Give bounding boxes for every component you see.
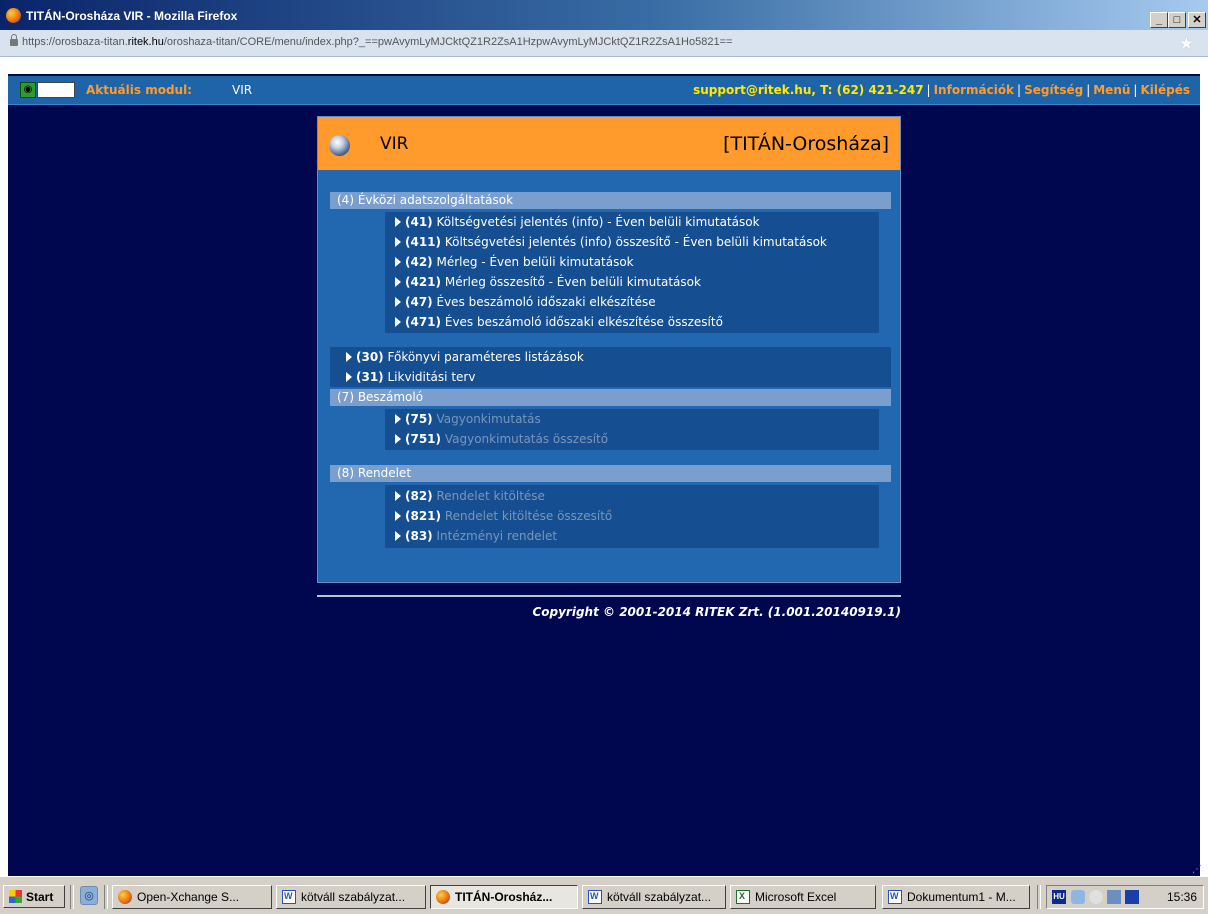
link-kilepes[interactable]: Kilépés [1140,83,1190,97]
support-contact[interactable]: support@ritek.hu, T: (62) 421-247 [693,83,923,97]
menu-item[interactable]: (751) Vagyonkimutatás összesítő [395,429,608,449]
taskbar-button[interactable]: Open-Xchange S... [112,885,272,909]
menu-item[interactable]: (75) Vagyonkimutatás [395,409,541,429]
section-header[interactable]: (4) Évközi adatszolgáltatások [330,192,891,209]
link-segitseg[interactable]: Segítség [1024,83,1083,97]
word-document-icon [888,890,902,904]
submenu-list: (30) Főkönyvi paraméteres listázások (31… [330,347,891,387]
eye-icon[interactable]: ◉ [20,82,36,98]
footer-divider [317,595,901,597]
menu-item[interactable]: (41) Költségvetési jelentés (info) - Éve… [395,212,760,232]
close-button[interactable]: ✕ [1188,12,1206,28]
start-button[interactable]: Start [3,885,65,908]
clock: 15:36 [1166,890,1197,904]
show-desktop-icon[interactable]: ◎ [80,886,98,905]
address-bar[interactable]: https://orosbaza-titan.ritek.hu/oroshaza… [0,30,1208,57]
module-label: Aktuális modul: [86,83,192,97]
menu-item[interactable]: (471) Éves beszámoló időszaki elkészítés… [395,312,723,332]
taskbar-button[interactable]: kötváll szabályzat... [582,885,726,909]
menu-panel: VIR [TITÁN-Orosháza] (4) Évközi adatszol… [317,116,901,583]
system-tray: HU 15:36 [1046,885,1204,909]
excel-icon [736,890,750,904]
firefox-icon [118,890,132,904]
window-titlebar: TITÁN-Orosháza VIR - Mozilla Firefox _ □… [0,0,1208,30]
language-indicator[interactable]: HU [1052,890,1066,904]
windows-logo-icon [9,890,22,903]
topbar-links: support@ritek.hu, T: (62) 421-247 | Inform… [693,83,1190,97]
menu-item[interactable]: (83) Intézményi rendelet [395,526,557,546]
section-header[interactable]: (8) Rendelet [330,465,891,482]
firefox-icon [6,8,21,23]
panda-icon[interactable] [1089,890,1103,904]
arrow-right-icon [395,277,401,287]
arrow-right-icon [395,237,401,247]
blank-field[interactable] [37,82,75,98]
arrow-right-icon [346,372,352,382]
resize-grip-icon[interactable]: ⋰ [1192,864,1202,875]
firefox-icon [436,890,450,904]
arrow-right-icon [395,511,401,521]
app-topbar: ◉ Aktuális modul: VIR support@ritek.hu, … [8,76,1200,105]
module-value: VIR [232,83,253,97]
taskbar-separator [70,885,74,909]
panel-header: VIR [TITÁN-Orosháza] [318,117,900,170]
menu-item[interactable]: (30) Főkönyvi paraméteres listázások [346,347,584,367]
link-informaciok[interactable]: Információk [934,83,1014,97]
taskbar-separator [104,885,108,909]
menu-item[interactable]: (31) Likviditási terv [346,367,475,387]
arrow-right-icon [395,317,401,327]
url-text[interactable]: https://orosbaza-titan.ritek.hu/oroshaza… [22,36,732,48]
menu-item[interactable]: (411) Költségvetési jelentés (info) össz… [395,232,827,252]
monitor-icon[interactable] [1107,890,1121,904]
star-icon[interactable]: ★ [1179,34,1194,54]
menu-item[interactable]: (82) Rendelet kitöltése [395,486,545,506]
taskbar-button[interactable]: Dokumentum1 - M... [882,885,1030,909]
word-document-icon [588,890,602,904]
arrow-right-icon [395,257,401,267]
taskbar-button[interactable]: kötváll szabályzat... [276,885,426,909]
submenu-list: (82) Rendelet kitöltése (821) Rendelet k… [385,485,879,548]
submenu-list: (41) Költségvetési jelentés (info) - Éve… [385,212,879,333]
arrow-right-icon [346,352,352,362]
taskbar-separator [1037,885,1041,909]
section-header[interactable]: (7) Beszámoló [330,389,891,406]
lock-icon [10,34,18,46]
arrow-right-icon [395,414,401,424]
arrow-right-icon [395,297,401,307]
globe-icon [329,135,350,156]
maximize-button[interactable]: □ [1168,12,1186,28]
taskbar-button-active[interactable]: TITÁN-Orosház... [430,885,578,909]
arrow-right-icon [395,531,401,541]
word-document-icon [282,890,296,904]
window-title: TITÁN-Orosháza VIR - Mozilla Firefox [26,9,238,23]
taskbar-button[interactable]: Microsoft Excel [730,885,876,909]
link-menu[interactable]: Menü [1093,83,1130,97]
panel-org: [TITÁN-Orosháza] [723,133,889,155]
menu-item[interactable]: (421) Mérleg összesítő - Éven belüli kim… [395,272,701,292]
menu-item[interactable]: (47) Éves beszámoló időszaki elkészítése [395,292,656,312]
arrow-right-icon [395,491,401,501]
arrow-right-icon [395,434,401,444]
arrow-right-icon [395,217,401,227]
network-icon[interactable] [1071,890,1085,904]
minimize-button[interactable]: _ [1150,12,1168,28]
play-icon[interactable] [1125,890,1139,904]
menu-item[interactable]: (821) Rendelet kitöltése összesítő [395,506,612,526]
submenu-list: (75) Vagyonkimutatás (751) Vagyonkimutat… [385,409,879,450]
copyright-text: Copyright © 2001-2014 RITEK Zrt. (1.001.… [532,605,901,619]
panel-title: VIR [380,134,409,154]
taskbar: Start ◎ Open-Xchange S... kötváll szabál… [0,876,1208,914]
menu-item[interactable]: (42) Mérleg - Éven belüli kimutatások [395,252,634,272]
